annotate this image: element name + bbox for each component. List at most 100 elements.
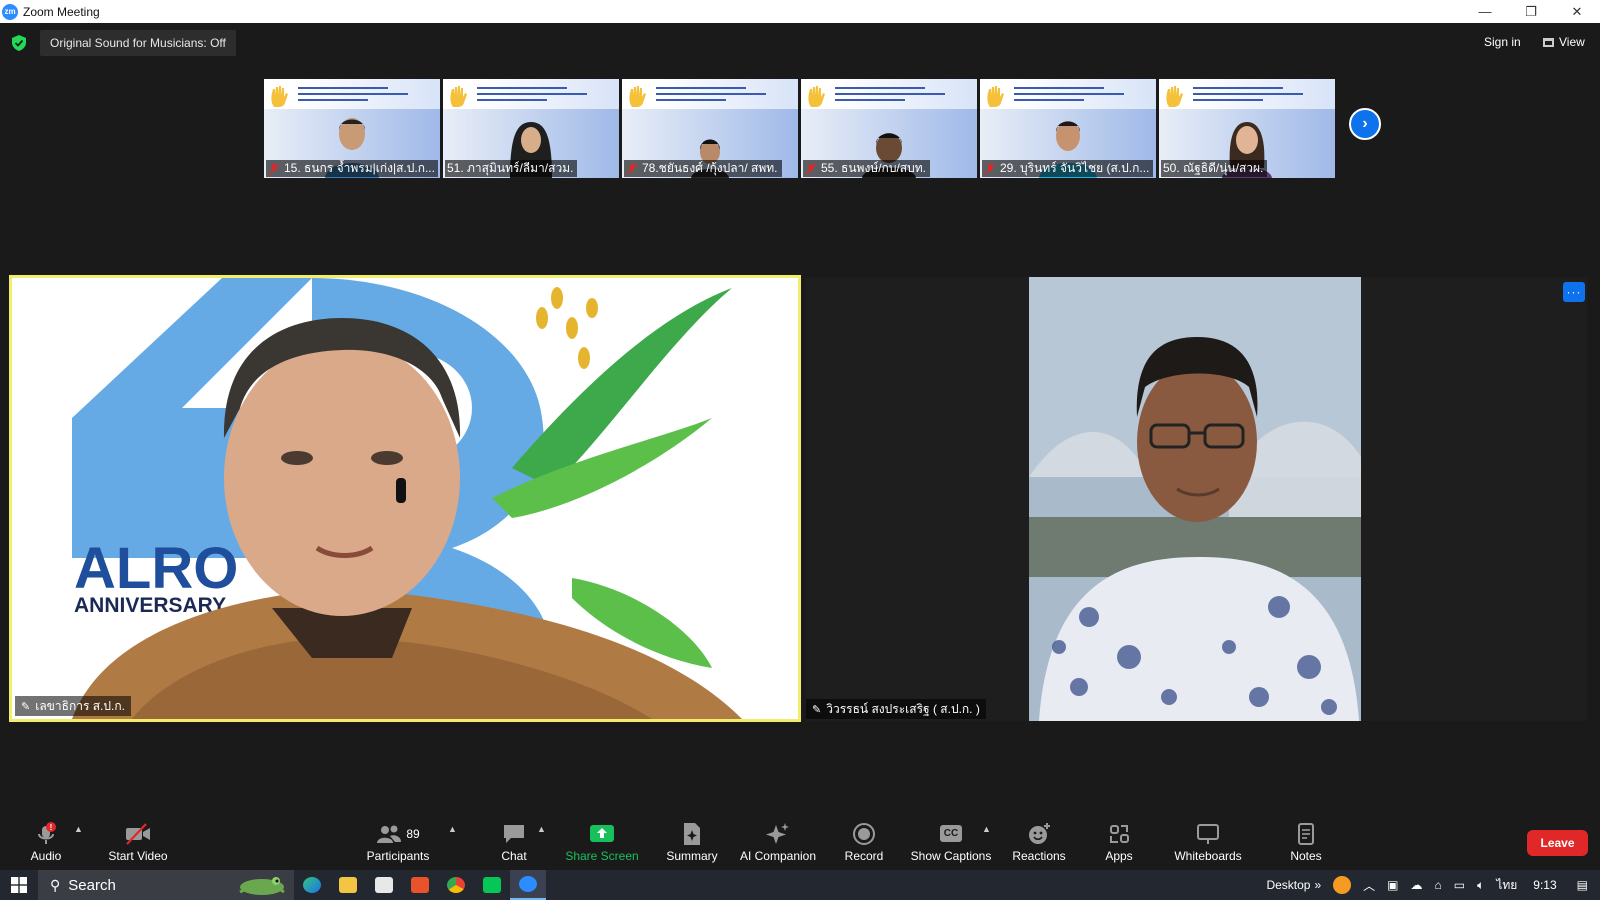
windows-logo-icon <box>11 877 27 893</box>
record-label: Record <box>844 848 884 863</box>
second-speaker-frame <box>1029 277 1361 721</box>
summary-button[interactable]: Summary <box>664 813 720 870</box>
participant-name: 50. ณัฐธิดี/นุ่น/สวผ. <box>1163 161 1264 175</box>
start-video-button[interactable]: Start Video <box>108 813 168 870</box>
speaker-video-frame: ALRO ANNIVERSARY <box>12 278 798 719</box>
taskbar-chrome-app[interactable] <box>438 870 474 900</box>
speaker-name-tag: ✎ เลขาธิการ ส.ป.ก. <box>15 696 131 716</box>
taskbar-store-app[interactable] <box>366 870 402 900</box>
notifications-icon[interactable]: ▤ <box>1577 878 1588 892</box>
reactions-button[interactable]: Reactions <box>1010 813 1068 870</box>
close-button[interactable]: ✕ <box>1554 0 1600 23</box>
share-screen-icon <box>589 821 615 847</box>
summary-document-icon <box>682 821 702 847</box>
next-page-arrow-button[interactable]: › <box>1349 108 1381 140</box>
sign-in-link[interactable]: Sign in <box>1484 35 1521 49</box>
muted-mic-icon <box>626 163 638 174</box>
more-options-button[interactable]: ··· <box>1563 282 1585 302</box>
thumbnail-strip: 15. ธนกร จ้ำพรม|เก่ง|ส.ป.ก... 51. ภาสุมิ… <box>264 79 1335 178</box>
alro-logo-text: ALRO <box>74 536 238 601</box>
taskbar-line-app[interactable] <box>474 870 510 900</box>
taskbar-search-box[interactable]: ⚲ Search <box>38 870 294 900</box>
meet-now-icon[interactable]: ▣ <box>1387 878 1398 892</box>
notes-label: Notes <box>1290 848 1322 863</box>
raised-hand-icon <box>271 86 288 107</box>
toolbar-chevron[interactable]: » <box>1314 878 1321 892</box>
apps-button[interactable]: Apps <box>1103 813 1135 870</box>
slide-banner <box>801 79 977 109</box>
view-label: View <box>1559 35 1585 49</box>
input-language-indicator[interactable]: ไทย <box>1496 876 1517 895</box>
meeting-area: Original Sound for Musicians: Off Sign i… <box>0 23 1600 813</box>
minimize-button[interactable]: — <box>1462 0 1508 23</box>
original-sound-toggle[interactable]: Original Sound for Musicians: Off <box>40 30 236 56</box>
participants-options-caret[interactable]: ▲ <box>448 824 457 834</box>
chat-options-caret[interactable]: ▲ <box>537 824 546 834</box>
main-video-active-speaker[interactable]: ALRO ANNIVERSARY ✎ เลขาธิการ ส.ป.ก. <box>9 275 801 722</box>
svg-text:!: ! <box>50 823 53 832</box>
zoom-logo-icon: zm <box>2 3 18 20</box>
audio-options-caret[interactable]: ▲ <box>74 824 83 834</box>
participant-thumbnail[interactable]: 50. ณัฐธิดี/นุ่น/สวผ. <box>1159 79 1335 178</box>
volume-icon[interactable]: 🔈︎ <box>1477 878 1484 893</box>
participant-name-label: 78.ชยันธงศ์ /กุ้งปลา/ สพท. <box>624 160 782 177</box>
slide-banner <box>1159 79 1335 109</box>
notes-button[interactable]: Notes <box>1288 813 1324 870</box>
participant-thumbnail[interactable]: 78.ชยันธงศ์ /กุ้งปลา/ สพท. <box>622 79 798 178</box>
participant-name: 29. บุรินทร์ จันวิไชย (ส.ป.ก... <box>1000 161 1150 175</box>
search-highlight-frog-icon <box>239 877 285 895</box>
show-captions-button[interactable]: CC Show Captions <box>909 813 993 870</box>
apps-label: Apps <box>1105 848 1133 863</box>
second-speaker-video <box>1029 277 1361 721</box>
ai-companion-button[interactable]: AI Companion <box>737 813 819 870</box>
record-icon <box>853 821 875 847</box>
network-icon[interactable]: ▭ <box>1454 878 1465 892</box>
onedrive-icon[interactable]: ☁ <box>1411 878 1423 892</box>
participant-thumbnail[interactable]: 51. ภาสุมินทร์/ลีมา/สวม. <box>443 79 619 178</box>
record-button[interactable]: Record <box>840 813 888 870</box>
leave-button[interactable]: Leave <box>1527 830 1588 856</box>
desktop-toolbar-label[interactable]: Desktop <box>1266 878 1310 892</box>
restore-button[interactable]: ❐ <box>1508 0 1554 23</box>
participant-name: 15. ธนกร จ้ำพรม|เก่ง|ส.ป.ก... <box>284 161 435 175</box>
clock-time[interactable]: 9:13 <box>1533 878 1556 892</box>
taskbar-file-explorer-app[interactable] <box>330 870 366 900</box>
whiteboard-icon <box>1196 821 1220 847</box>
view-button[interactable]: View <box>1543 35 1585 49</box>
tray-overflow-icon[interactable]: ︿ <box>1363 877 1375 894</box>
taskbar-zoom-app[interactable] <box>510 870 546 900</box>
participant-thumbnail[interactable]: 55. ธนพงษ์/กบ/สบท. <box>801 79 977 178</box>
encryption-shield-icon[interactable] <box>12 35 26 51</box>
slide-banner <box>980 79 1156 109</box>
raised-hand-icon <box>1166 86 1183 107</box>
meeting-toolbar: ! Audio ▲ Start Video 89 Participants ▲ … <box>0 813 1600 870</box>
participant-thumbnail[interactable]: 15. ธนกร จ้ำพรม|เก่ง|ส.ป.ก... <box>264 79 440 178</box>
muted-mic-icon <box>984 163 996 174</box>
chat-label: Chat <box>501 848 527 863</box>
ai-sparkle-icon <box>765 821 791 847</box>
audio-button[interactable]: ! Audio <box>26 813 66 870</box>
summary-label: Summary <box>666 848 718 863</box>
start-video-label: Start Video <box>108 848 168 863</box>
chat-button[interactable]: Chat <box>494 813 534 870</box>
windows-start-button[interactable] <box>0 870 38 900</box>
participant-thumbnail[interactable]: 29. บุรินทร์ จันวิไชย (ส.ป.ก... <box>980 79 1156 178</box>
notes-icon <box>1296 821 1316 847</box>
taskbar-edge-app[interactable] <box>294 870 330 900</box>
windows-taskbar: ⚲ Search Desktop » ︿ ▣ ☁ ⌂ ▭ 🔈︎ ไทย 9:13… <box>0 870 1600 900</box>
taskbar-office-app[interactable] <box>402 870 438 900</box>
pin-icon: ✎ <box>21 700 31 713</box>
participant-name: 55. ธนพงษ์/กบ/สบท. <box>821 161 926 175</box>
apps-icon <box>1108 821 1130 847</box>
participants-button[interactable]: 89 Participants <box>363 813 433 870</box>
display-icon[interactable]: ⌂ <box>1435 878 1442 892</box>
share-screen-button[interactable]: Share Screen <box>565 813 639 870</box>
weather-icon[interactable] <box>1333 876 1352 894</box>
whiteboards-button[interactable]: Whiteboards <box>1172 813 1244 870</box>
captions-options-caret[interactable]: ▲ <box>982 824 991 834</box>
closed-captions-icon: CC <box>939 821 963 847</box>
window-titlebar: zm Zoom Meeting — ❐ ✕ <box>0 0 1600 23</box>
window-title: Zoom Meeting <box>23 4 100 19</box>
participant-name-label: 15. ธนกร จ้ำพรม|เก่ง|ส.ป.ก... <box>266 160 438 177</box>
cc-glyph: CC <box>939 825 963 842</box>
